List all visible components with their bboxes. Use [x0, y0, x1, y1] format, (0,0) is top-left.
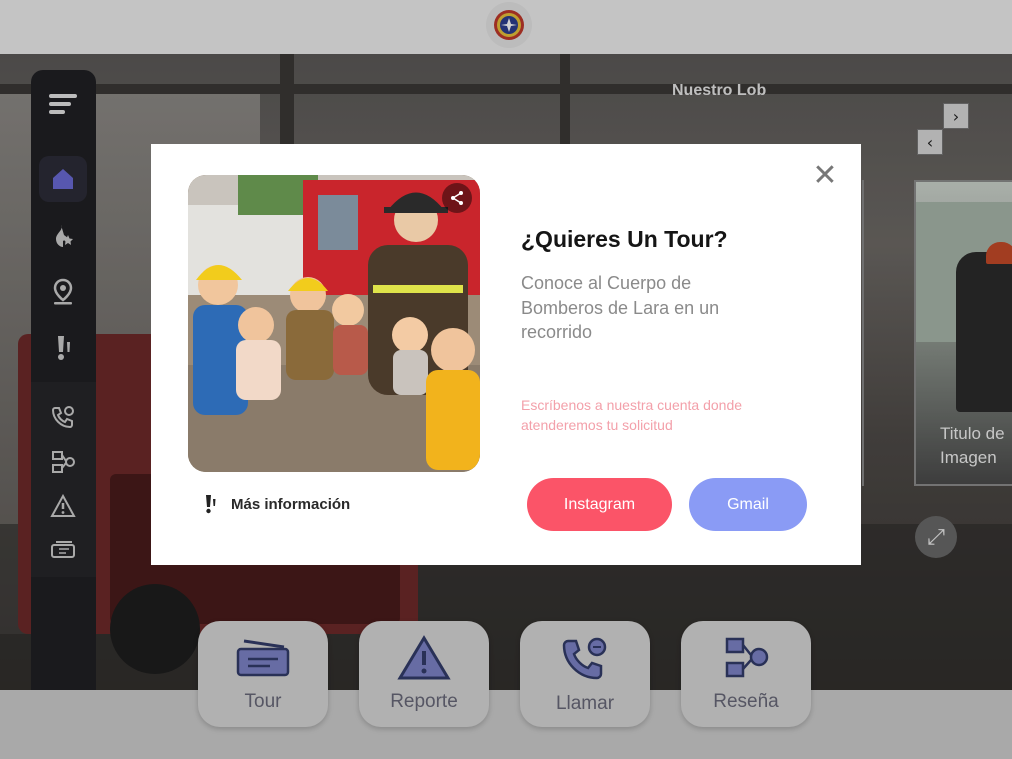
modal-close-button[interactable]: ✕ — [811, 161, 839, 191]
more-info-label: Más información — [231, 495, 351, 513]
gmail-button[interactable]: Gmail — [689, 478, 807, 531]
modal-note: Escríbenos a nuestra cuenta donde atende… — [521, 397, 743, 433]
instagram-button-label: Instagram — [563, 495, 636, 513]
share-icon — [451, 191, 463, 205]
tour-photo — [188, 175, 480, 472]
gmail-button-label: Gmail — [727, 495, 769, 513]
tour-modal: ✕ Más información ¿Quieres Un Tour? Cono… — [151, 144, 861, 565]
modal-description: Conoce al Cuerpo de Bomberos de Lara en … — [521, 273, 720, 342]
exclamation-icon — [206, 495, 216, 514]
more-info-link[interactable]: Más información — [203, 494, 350, 514]
share-button[interactable] — [442, 183, 472, 213]
close-icon: ✕ — [812, 158, 838, 193]
modal-title: ¿Quieres Un Tour? — [521, 226, 728, 252]
tour-photo-illustration — [188, 175, 480, 472]
instagram-button[interactable]: Instagram — [527, 478, 672, 531]
